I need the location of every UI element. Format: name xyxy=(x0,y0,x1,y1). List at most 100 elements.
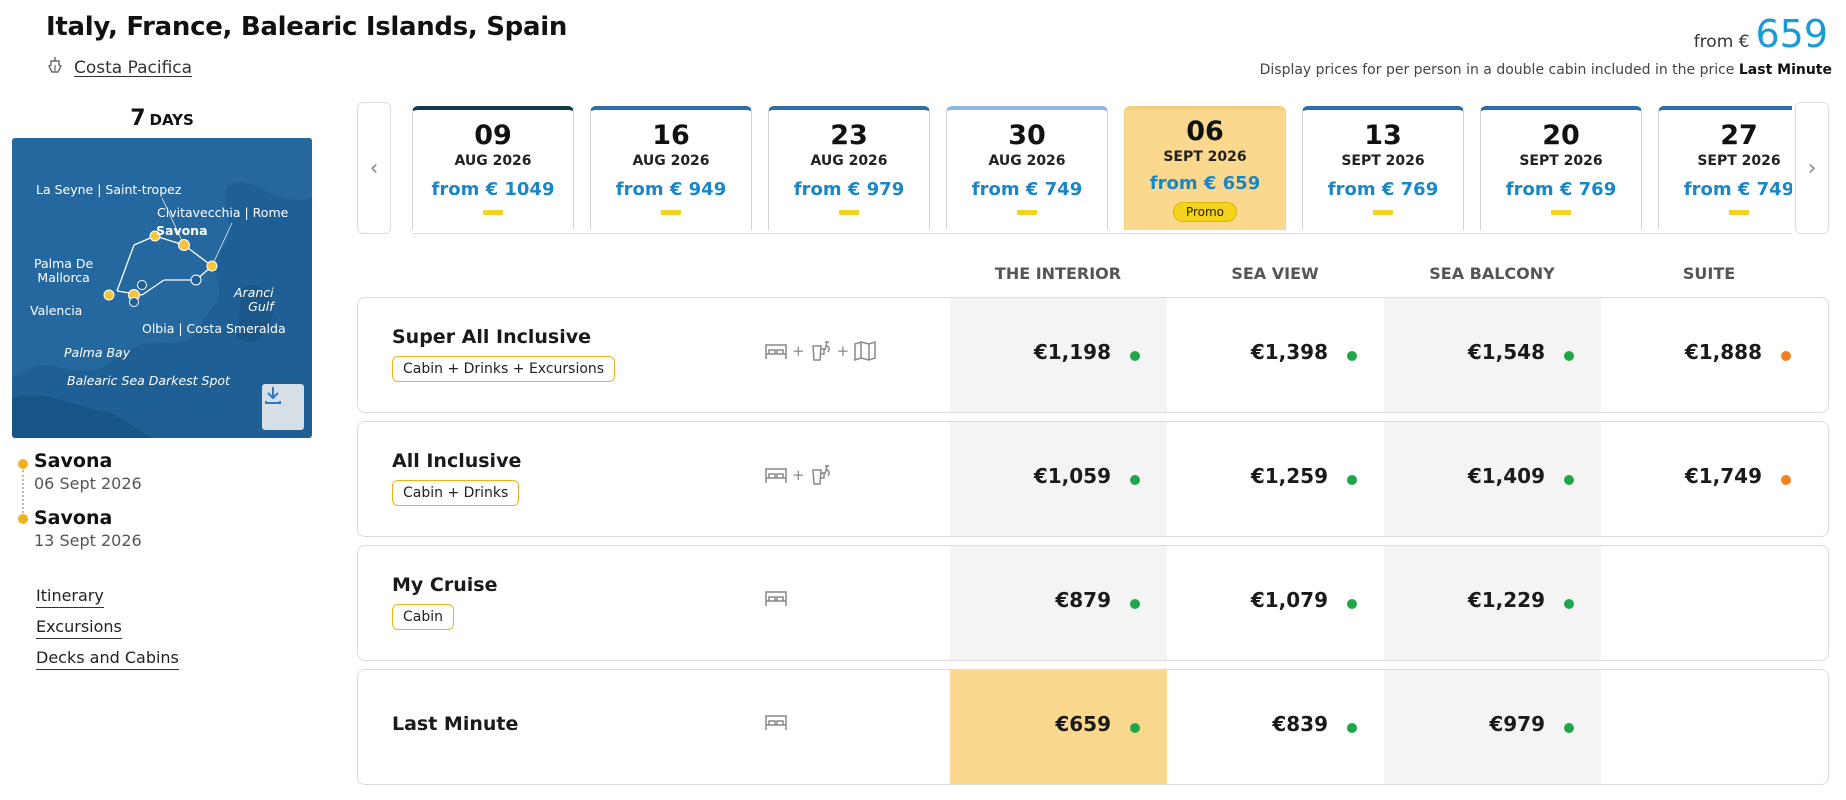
port-dot-start xyxy=(18,459,28,469)
price-dash xyxy=(839,210,859,215)
map-label-valencia: Valencia xyxy=(30,303,83,318)
date-day: 09 xyxy=(474,120,512,151)
availability-dot-limited xyxy=(1781,351,1791,361)
drink-icon xyxy=(811,465,830,485)
bed-icon xyxy=(765,344,787,359)
price-dash xyxy=(1373,210,1393,215)
package-icons: + + xyxy=(764,340,877,362)
date-month: SEPT 2026 xyxy=(1341,153,1425,169)
date-card[interactable]: 23 AUG 2026 from € 979 xyxy=(768,106,930,230)
availability-dot xyxy=(1347,351,1357,361)
bed-icon xyxy=(765,715,787,730)
days-number: 7 xyxy=(130,106,146,131)
package-tag: Cabin + Drinks xyxy=(392,480,520,506)
package-tag: Cabin xyxy=(392,604,455,630)
availability-dot xyxy=(1564,723,1574,733)
availability-dot xyxy=(1347,599,1357,609)
date-price: from € 749 xyxy=(1683,179,1792,200)
date-card[interactable]: 16 AUG 2026 from € 949 xyxy=(590,106,752,230)
price-dash xyxy=(1017,210,1037,215)
port-departure: Savona 06 Sept 2026 xyxy=(34,450,142,493)
date-month: SEPT 2026 xyxy=(1163,149,1247,165)
download-icon xyxy=(265,387,281,404)
price-dash xyxy=(661,210,681,215)
price-from: from € 659 xyxy=(1694,12,1828,56)
port-name: Savona xyxy=(34,450,113,472)
date-card[interactable]: 20 SEPT 2026 from € 769 xyxy=(1480,106,1642,230)
package-icons: + xyxy=(764,464,833,486)
availability-dot xyxy=(1130,475,1140,485)
date-price: from € 1049 xyxy=(431,179,555,200)
download-map-button[interactable] xyxy=(262,384,304,430)
link-itinerary[interactable]: Itinerary xyxy=(36,586,104,608)
carousel-next-button[interactable]: › xyxy=(1795,102,1829,234)
col-header-sea-view: SEA VIEW xyxy=(1231,264,1319,283)
date-card[interactable]: 27 SEPT 2026 from € 749 xyxy=(1658,106,1792,230)
package-name: All Inclusive xyxy=(392,450,522,472)
date-day: 13 xyxy=(1364,120,1402,151)
chevron-right-icon: › xyxy=(1807,155,1817,181)
col-header-sea-balcony: SEA BALCONY xyxy=(1429,264,1555,283)
availability-dot xyxy=(1130,599,1140,609)
date-month: AUG 2026 xyxy=(632,153,710,169)
col-header-interior: THE INTERIOR xyxy=(994,264,1122,283)
availability-dot xyxy=(1564,599,1574,609)
price-from-value: 659 xyxy=(1755,12,1828,56)
package-icons xyxy=(764,588,788,608)
availability-dot xyxy=(1564,475,1574,485)
ship-link[interactable]: Costa Pacifica xyxy=(46,56,192,79)
display-note-text: Display prices for per person in a doubl… xyxy=(1259,62,1735,78)
date-card[interactable]: 30 AUG 2026 from € 749 xyxy=(946,106,1108,230)
days-label: DAYS xyxy=(149,111,194,129)
bed-icon xyxy=(765,591,787,606)
date-card[interactable]: 09 AUG 2026 from € 1049 xyxy=(412,106,574,230)
date-card[interactable]: 13 SEPT 2026 from € 769 xyxy=(1302,106,1464,230)
port-date: 06 Sept 2026 xyxy=(34,474,142,493)
link-excursions[interactable]: Excursions xyxy=(36,617,122,639)
price-dash xyxy=(1729,210,1749,215)
date-day: 20 xyxy=(1542,120,1580,151)
price-dash xyxy=(483,210,503,215)
page-title: Italy, France, Balearic Islands, Spain xyxy=(46,12,568,42)
package-name: Super All Inclusive xyxy=(392,326,592,348)
map-label-aranci: Aranci Gulf xyxy=(234,285,274,315)
package-row: Last Minute €659 €839 €979 xyxy=(357,669,1829,785)
date-price: from € 659 xyxy=(1149,173,1261,194)
availability-dot xyxy=(1564,351,1574,361)
map-label-la-seyne: La Seyne | Saint-tropez xyxy=(36,182,182,197)
trip-duration: 7 DAYS xyxy=(12,106,312,131)
date-month: AUG 2026 xyxy=(810,153,888,169)
link-decks-cabins[interactable]: Decks and Cabins xyxy=(36,648,179,670)
date-carousel: ‹ 09 AUG 2026 from € 1049 16 AUG 2026 fr… xyxy=(357,102,1829,234)
date-day: 16 xyxy=(652,120,690,151)
port-arrival: Savona 13 Sept 2026 xyxy=(34,507,142,550)
map-label-balearic: Balearic Sea Darkest Spot xyxy=(67,373,230,388)
port-name: Savona xyxy=(34,507,113,529)
map-label-palma: Palma De Mallorca xyxy=(34,256,94,286)
package-icons xyxy=(764,712,788,732)
map-icon xyxy=(854,340,876,362)
package-row: Super All Inclusive Cabin + Drinks + Exc… xyxy=(357,297,1829,413)
date-price: from € 769 xyxy=(1327,179,1439,200)
itinerary-map[interactable]: La Seyne | Saint-tropez Civitavecchia | … xyxy=(12,138,312,438)
date-day: 30 xyxy=(1008,120,1046,151)
price-dash xyxy=(1551,210,1571,215)
date-track: 09 AUG 2026 from € 1049 16 AUG 2026 from… xyxy=(412,102,1792,234)
map-label-savona: Savona xyxy=(156,223,208,238)
bed-icon xyxy=(765,468,787,483)
carousel-prev-button[interactable]: ‹ xyxy=(357,102,391,234)
date-day: 23 xyxy=(830,120,868,151)
date-month: AUG 2026 xyxy=(988,153,1066,169)
ship-icon xyxy=(46,56,64,79)
availability-dot xyxy=(1130,351,1140,361)
port-date: 13 Sept 2026 xyxy=(34,531,142,550)
date-card-selected[interactable]: 06 SEPT 2026 from € 659 Promo xyxy=(1124,106,1286,230)
ship-name[interactable]: Costa Pacifica xyxy=(74,58,192,78)
date-price: from € 749 xyxy=(971,179,1083,200)
itinerary-line xyxy=(22,470,24,513)
drink-icon xyxy=(811,341,830,361)
display-note: Display prices for per person in a doubl… xyxy=(1260,62,1832,78)
date-day: 27 xyxy=(1720,120,1758,151)
price-from-label: from € xyxy=(1693,32,1750,52)
availability-dot xyxy=(1130,723,1140,733)
